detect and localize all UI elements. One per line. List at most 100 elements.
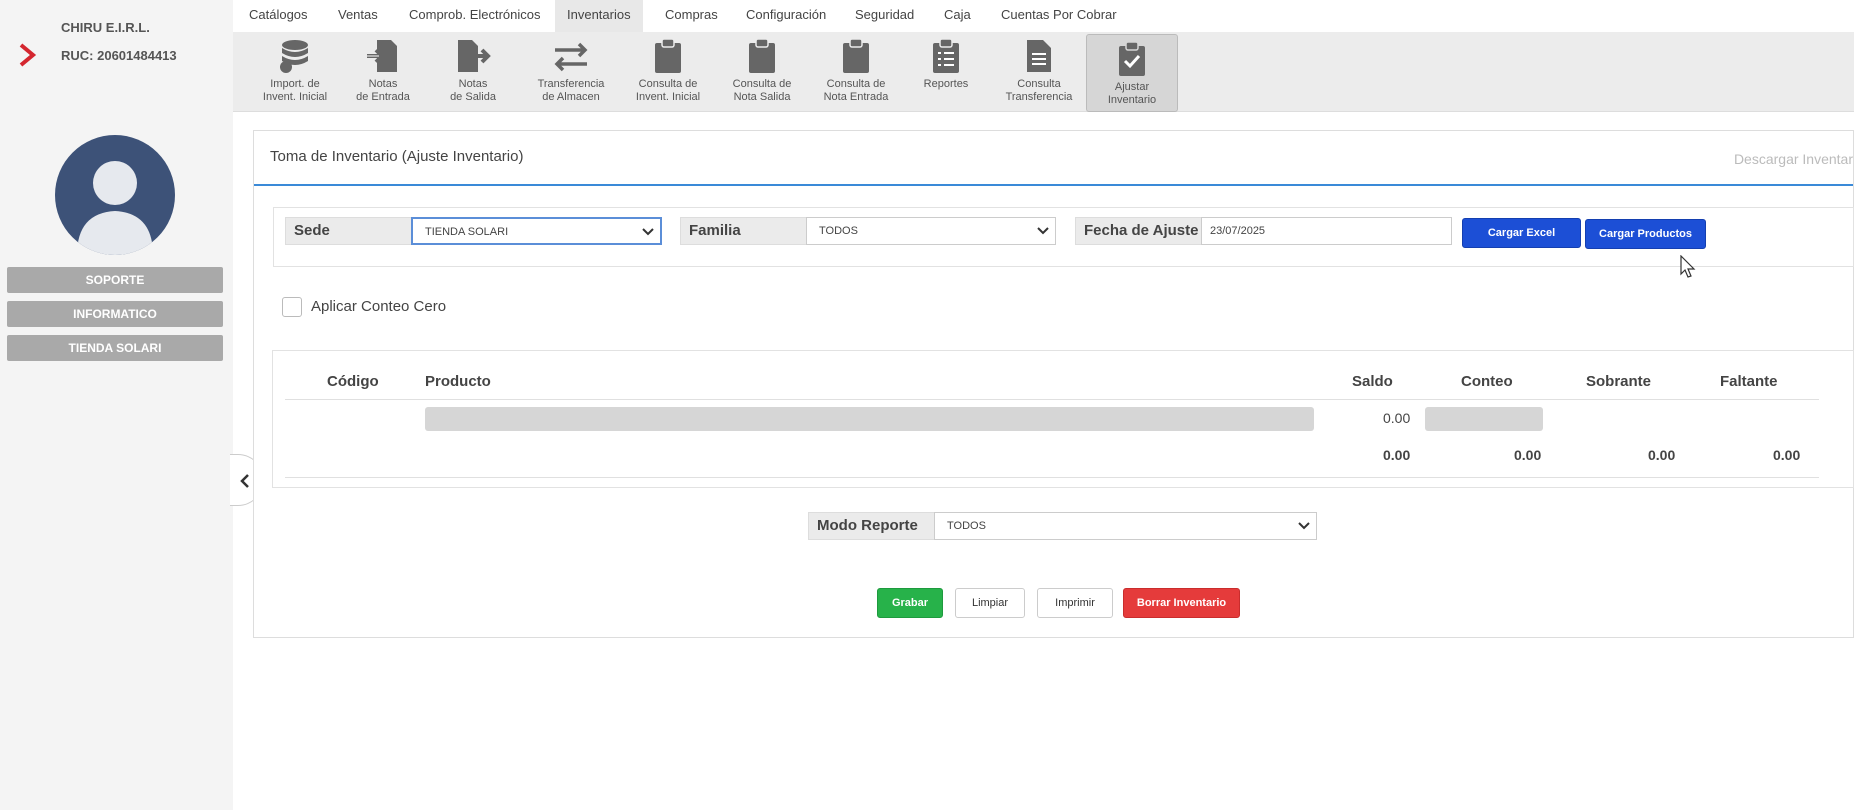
tool-label-2: Nota Entrada xyxy=(823,91,889,103)
familia-select[interactable]: TODOS xyxy=(806,217,1056,245)
total-saldo: 0.00 xyxy=(1383,447,1411,463)
header-codigo: Código xyxy=(327,373,379,390)
panel-header: Toma de Inventario (Ajuste Inventario) D… xyxy=(254,131,1853,186)
database-icon xyxy=(280,40,308,73)
transfer-icon xyxy=(554,42,588,72)
inventory-table: Código Producto Saldo Conteo Sobrante Fa… xyxy=(272,350,1854,488)
grabar-button[interactable]: Grabar xyxy=(877,588,943,618)
company-info: CHIRU E.I.R.L. RUC: 20601484413 xyxy=(61,14,177,70)
tool-label-2: Invent. Inicial xyxy=(635,91,701,103)
modo-reporte-label: Modo Reporte xyxy=(808,512,935,540)
tool-import-inventario[interactable]: Import. de Invent. Inicial xyxy=(249,32,341,112)
tool-label-1: Reportes xyxy=(923,78,969,90)
top-menu: Catálogos Ventas Comprob. Electrónicos I… xyxy=(233,0,1854,32)
report-icon xyxy=(933,38,959,73)
informatico-button[interactable]: INFORMATICO xyxy=(7,301,223,327)
total-conteo: 0.00 xyxy=(1514,447,1542,463)
clipboard-check-icon xyxy=(1119,41,1145,76)
header-divider xyxy=(285,399,1819,400)
menu-catalogos[interactable]: Catálogos xyxy=(249,0,308,32)
limpiar-button[interactable]: Limpiar xyxy=(955,588,1025,618)
company-name: CHIRU E.I.R.L. xyxy=(61,20,150,35)
tool-label-1: Consulta de xyxy=(638,78,698,90)
cargar-excel-button[interactable]: Cargar Excel xyxy=(1462,218,1581,248)
tool-label-1: Notas xyxy=(458,78,488,90)
total-faltante: 0.00 xyxy=(1773,447,1801,463)
tool-notas-entrada[interactable]: Notas de Entrada xyxy=(341,32,425,112)
imprimir-button[interactable]: Imprimir xyxy=(1037,588,1113,618)
clipboard-icon xyxy=(843,38,869,73)
note-in-icon xyxy=(367,40,397,72)
menu-comprob-electronicos[interactable]: Comprob. Electrónicos xyxy=(409,0,541,32)
avatar xyxy=(55,135,175,255)
sede-value: TIENDA SOLARI xyxy=(425,226,509,238)
tool-consulta-nota-salida[interactable]: Consulta de Nota Salida xyxy=(717,32,807,112)
conteo-cero-checkbox[interactable] xyxy=(282,297,302,317)
header-conteo: Conteo xyxy=(1461,373,1513,390)
header-sobrante: Sobrante xyxy=(1586,373,1652,390)
menu-caja[interactable]: Caja xyxy=(944,0,971,32)
tool-transferencia[interactable]: Transferencia de Almacen xyxy=(523,32,619,112)
tool-reportes[interactable]: Reportes xyxy=(907,32,985,112)
familia-value: TODOS xyxy=(819,225,858,237)
menu-compras[interactable]: Compras xyxy=(665,0,718,32)
familia-label: Familia xyxy=(680,217,807,245)
tool-notas-salida[interactable]: Notas de Salida xyxy=(433,32,513,112)
chevron-down-icon xyxy=(642,228,654,236)
clipboard-icon xyxy=(655,38,681,73)
tool-label-1: Notas xyxy=(368,78,398,90)
toolbar: Import. de Invent. Inicial Notas de Entr… xyxy=(233,32,1854,112)
document-icon xyxy=(1027,40,1051,72)
tool-consulta-invent-inicial[interactable]: Consulta de Invent. Inicial xyxy=(623,32,713,112)
mouse-cursor-icon xyxy=(1680,255,1696,278)
tool-label-2: Transferencia xyxy=(1005,91,1073,103)
borrar-inventario-button[interactable]: Borrar Inventario xyxy=(1123,588,1240,618)
cargar-productos-button[interactable]: Cargar Productos xyxy=(1585,219,1706,249)
header-saldo: Saldo xyxy=(1352,373,1393,390)
company-ruc: RUC: 20601484413 xyxy=(61,48,177,63)
conteo-cero-label: Aplicar Conteo Cero xyxy=(311,298,447,315)
tool-label-1: Consulta de xyxy=(826,78,886,90)
menu-configuracion[interactable]: Configuración xyxy=(746,0,826,32)
tool-consulta-nota-entrada[interactable]: Consulta de Nota Entrada xyxy=(811,32,901,112)
sede-label: Sede xyxy=(285,217,412,245)
header-producto: Producto xyxy=(425,373,491,390)
chevron-down-icon xyxy=(1298,522,1310,530)
download-inventory-link[interactable]: Descargar Inventar xyxy=(1734,151,1853,167)
tool-ajustar-inventario[interactable]: Ajustar Inventario xyxy=(1086,34,1178,112)
tool-consulta-transferencia[interactable]: Consulta Transferencia xyxy=(991,32,1087,112)
tool-label-2: Nota Salida xyxy=(733,91,791,103)
footer-divider xyxy=(285,477,1819,478)
menu-ventas[interactable]: Ventas xyxy=(338,0,378,32)
chevron-right-icon[interactable] xyxy=(17,42,39,68)
total-sobrante: 0.00 xyxy=(1648,447,1676,463)
fecha-ajuste-label: Fecha de Ajuste xyxy=(1075,217,1202,245)
conteo-field[interactable] xyxy=(1425,407,1543,431)
tool-label-2: Inventario xyxy=(1107,94,1157,106)
modo-reporte-select[interactable]: TODOS xyxy=(934,512,1317,540)
tool-label-1: Consulta xyxy=(1017,78,1061,90)
tienda-solari-button[interactable]: TIENDA SOLARI xyxy=(7,335,223,361)
note-out-icon xyxy=(458,40,491,72)
modo-reporte-value: TODOS xyxy=(947,520,986,532)
tool-label-1: Consulta de xyxy=(732,78,792,90)
tool-label-1: Transferencia xyxy=(537,78,605,90)
panel-title: Toma de Inventario (Ajuste Inventario) xyxy=(270,148,524,165)
chevron-down-icon xyxy=(1037,227,1049,235)
menu-seguridad[interactable]: Seguridad xyxy=(855,0,914,32)
clipboard-icon xyxy=(749,38,775,73)
header-faltante: Faltante xyxy=(1720,373,1778,390)
sidebar: CHIRU E.I.R.L. RUC: 20601484413 SOPORTE … xyxy=(0,0,233,810)
tool-label-2: de Salida xyxy=(450,91,496,103)
tool-label-2: de Almacen xyxy=(542,91,600,103)
sede-select[interactable]: TIENDA SOLARI xyxy=(411,217,662,245)
menu-cuentas-por-cobrar[interactable]: Cuentas Por Cobrar xyxy=(1001,0,1117,32)
tool-label-1: Ajustar xyxy=(1114,81,1150,93)
soporte-button[interactable]: SOPORTE xyxy=(7,267,223,293)
user-silhouette-icon xyxy=(77,161,153,255)
fecha-ajuste-input[interactable]: 23/07/2025 xyxy=(1201,217,1452,245)
tool-label-2: de Entrada xyxy=(356,91,410,103)
menu-inventarios[interactable]: Inventarios xyxy=(555,0,643,32)
producto-field[interactable] xyxy=(425,407,1314,431)
row-saldo: 0.00 xyxy=(1383,410,1411,426)
